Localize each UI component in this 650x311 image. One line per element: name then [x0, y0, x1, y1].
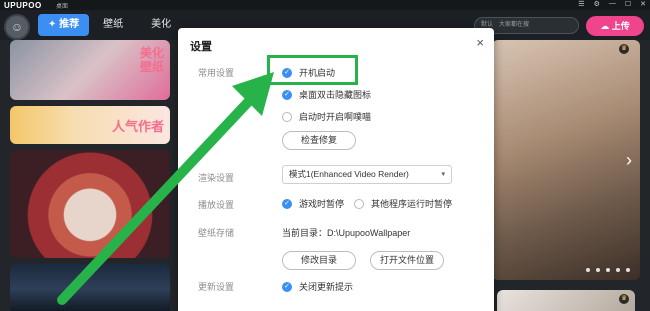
option-label: 其他程序运行时暂停: [371, 199, 453, 209]
option-pause-game[interactable]: ✓ 游戏时暂停: [282, 197, 344, 210]
close-icon[interactable]: ✕: [640, 0, 646, 8]
thumb-title: 美化 壁纸: [139, 46, 164, 74]
change-dir-button[interactable]: 修改目录: [282, 251, 356, 270]
wallpaper-thumb[interactable]: 美化 壁纸: [10, 40, 170, 100]
option-close-update-tip[interactable]: ✓ 关闭更新提示: [282, 280, 353, 293]
user-icon: ☺: [10, 20, 24, 34]
featured-banner[interactable]: ›: [492, 40, 640, 280]
section-playback: 播放设置: [198, 200, 235, 210]
highlight-box: [267, 55, 358, 85]
crown-icon: ♛: [619, 44, 629, 54]
wallpaper-thumb[interactable]: [10, 264, 170, 311]
upload-button[interactable]: ☁ 上传: [586, 16, 644, 36]
thumb-title: 人气作者: [111, 119, 164, 134]
upload-label: 上传: [611, 21, 630, 31]
check-icon[interactable]: ✓: [282, 198, 292, 209]
app-logo: UPUPOO: [4, 1, 42, 10]
title-strip: UPUPOO 桌面 ☰ ⚙ — ☐ ✕: [0, 0, 650, 10]
caret-down-icon: ▾: [441, 171, 445, 178]
wallpaper-thumb[interactable]: [10, 150, 170, 258]
carousel-dot[interactable]: [596, 268, 600, 272]
render-mode-value: 模式1(Enhanced Video Render): [289, 169, 409, 179]
section-update: 更新设置: [198, 282, 235, 292]
check-icon[interactable]: ✓: [282, 281, 292, 292]
section-general: 常用设置: [198, 68, 235, 78]
option-start-music[interactable]: 启动时开启啊噗喵: [282, 110, 371, 123]
window-controls: ☰ ⚙ — ☐ ✕: [578, 0, 646, 8]
section-render: 渲染设置: [198, 173, 235, 183]
carousel-dot[interactable]: [616, 268, 620, 272]
wallpaper-thumb[interactable]: [497, 290, 635, 311]
thumbs-up-icon: ✦: [48, 19, 57, 30]
option-double-click-hide[interactable]: ✓ 桌面双击隐藏图标: [282, 88, 371, 101]
maximize-icon[interactable]: ☐: [625, 0, 631, 8]
unchecked-icon[interactable]: [354, 198, 364, 209]
chevron-right-icon[interactable]: ›: [626, 150, 632, 171]
upupoo-app: UPUPOO 桌面 ☰ ⚙ — ☐ ✕ ☺ ✦ 推荐 壁纸 美化 作者 视频 高…: [0, 0, 650, 311]
avatar[interactable]: ☺: [4, 14, 30, 40]
option-label: 桌面双击隐藏图标: [299, 90, 372, 100]
option-label: 启动时开启啊噗喵: [299, 112, 372, 122]
crown-icon: ♛: [619, 294, 629, 304]
gear-icon[interactable]: ⚙: [594, 0, 600, 8]
nav-label: 推荐: [59, 19, 80, 30]
option-label: 关闭更新提示: [299, 282, 354, 292]
option-pause-other[interactable]: 其他程序运行时暂停: [354, 197, 452, 210]
upload-icon: ☁: [600, 21, 610, 31]
nav-wallpaper[interactable]: 壁纸: [89, 14, 137, 36]
app-logo-sub: 桌面: [56, 4, 69, 10]
section-storage: 壁纸存储: [198, 228, 235, 238]
main-nav: ✦ 推荐 壁纸 美化 作者 视频 高级: [38, 14, 185, 36]
close-icon[interactable]: ×: [476, 35, 484, 50]
nav-recommend[interactable]: ✦ 推荐: [38, 14, 90, 36]
open-folder-button[interactable]: 打开文件位置: [370, 251, 444, 270]
option-label: 游戏时暂停: [299, 199, 345, 209]
carousel-dot[interactable]: [586, 268, 590, 272]
menu-icon[interactable]: ☰: [578, 0, 584, 8]
check-icon[interactable]: ✓: [282, 89, 292, 100]
render-mode-select[interactable]: 模式1(Enhanced Video Render) ▾: [282, 165, 452, 184]
repair-button[interactable]: 检查修复: [282, 131, 356, 150]
wallpaper-thumb[interactable]: 人气作者: [10, 106, 170, 144]
search-placeholder: 大家都在搜: [499, 22, 530, 28]
minimize-icon[interactable]: —: [609, 0, 616, 8]
current-directory: 当前目录：D:\UpupooWallpaper: [282, 228, 411, 238]
carousel-dot[interactable]: [626, 268, 630, 272]
dialog-title: 设置: [190, 41, 212, 53]
carousel-dots: [586, 268, 630, 272]
carousel-dot[interactable]: [606, 268, 610, 272]
unchecked-icon[interactable]: [282, 111, 292, 122]
